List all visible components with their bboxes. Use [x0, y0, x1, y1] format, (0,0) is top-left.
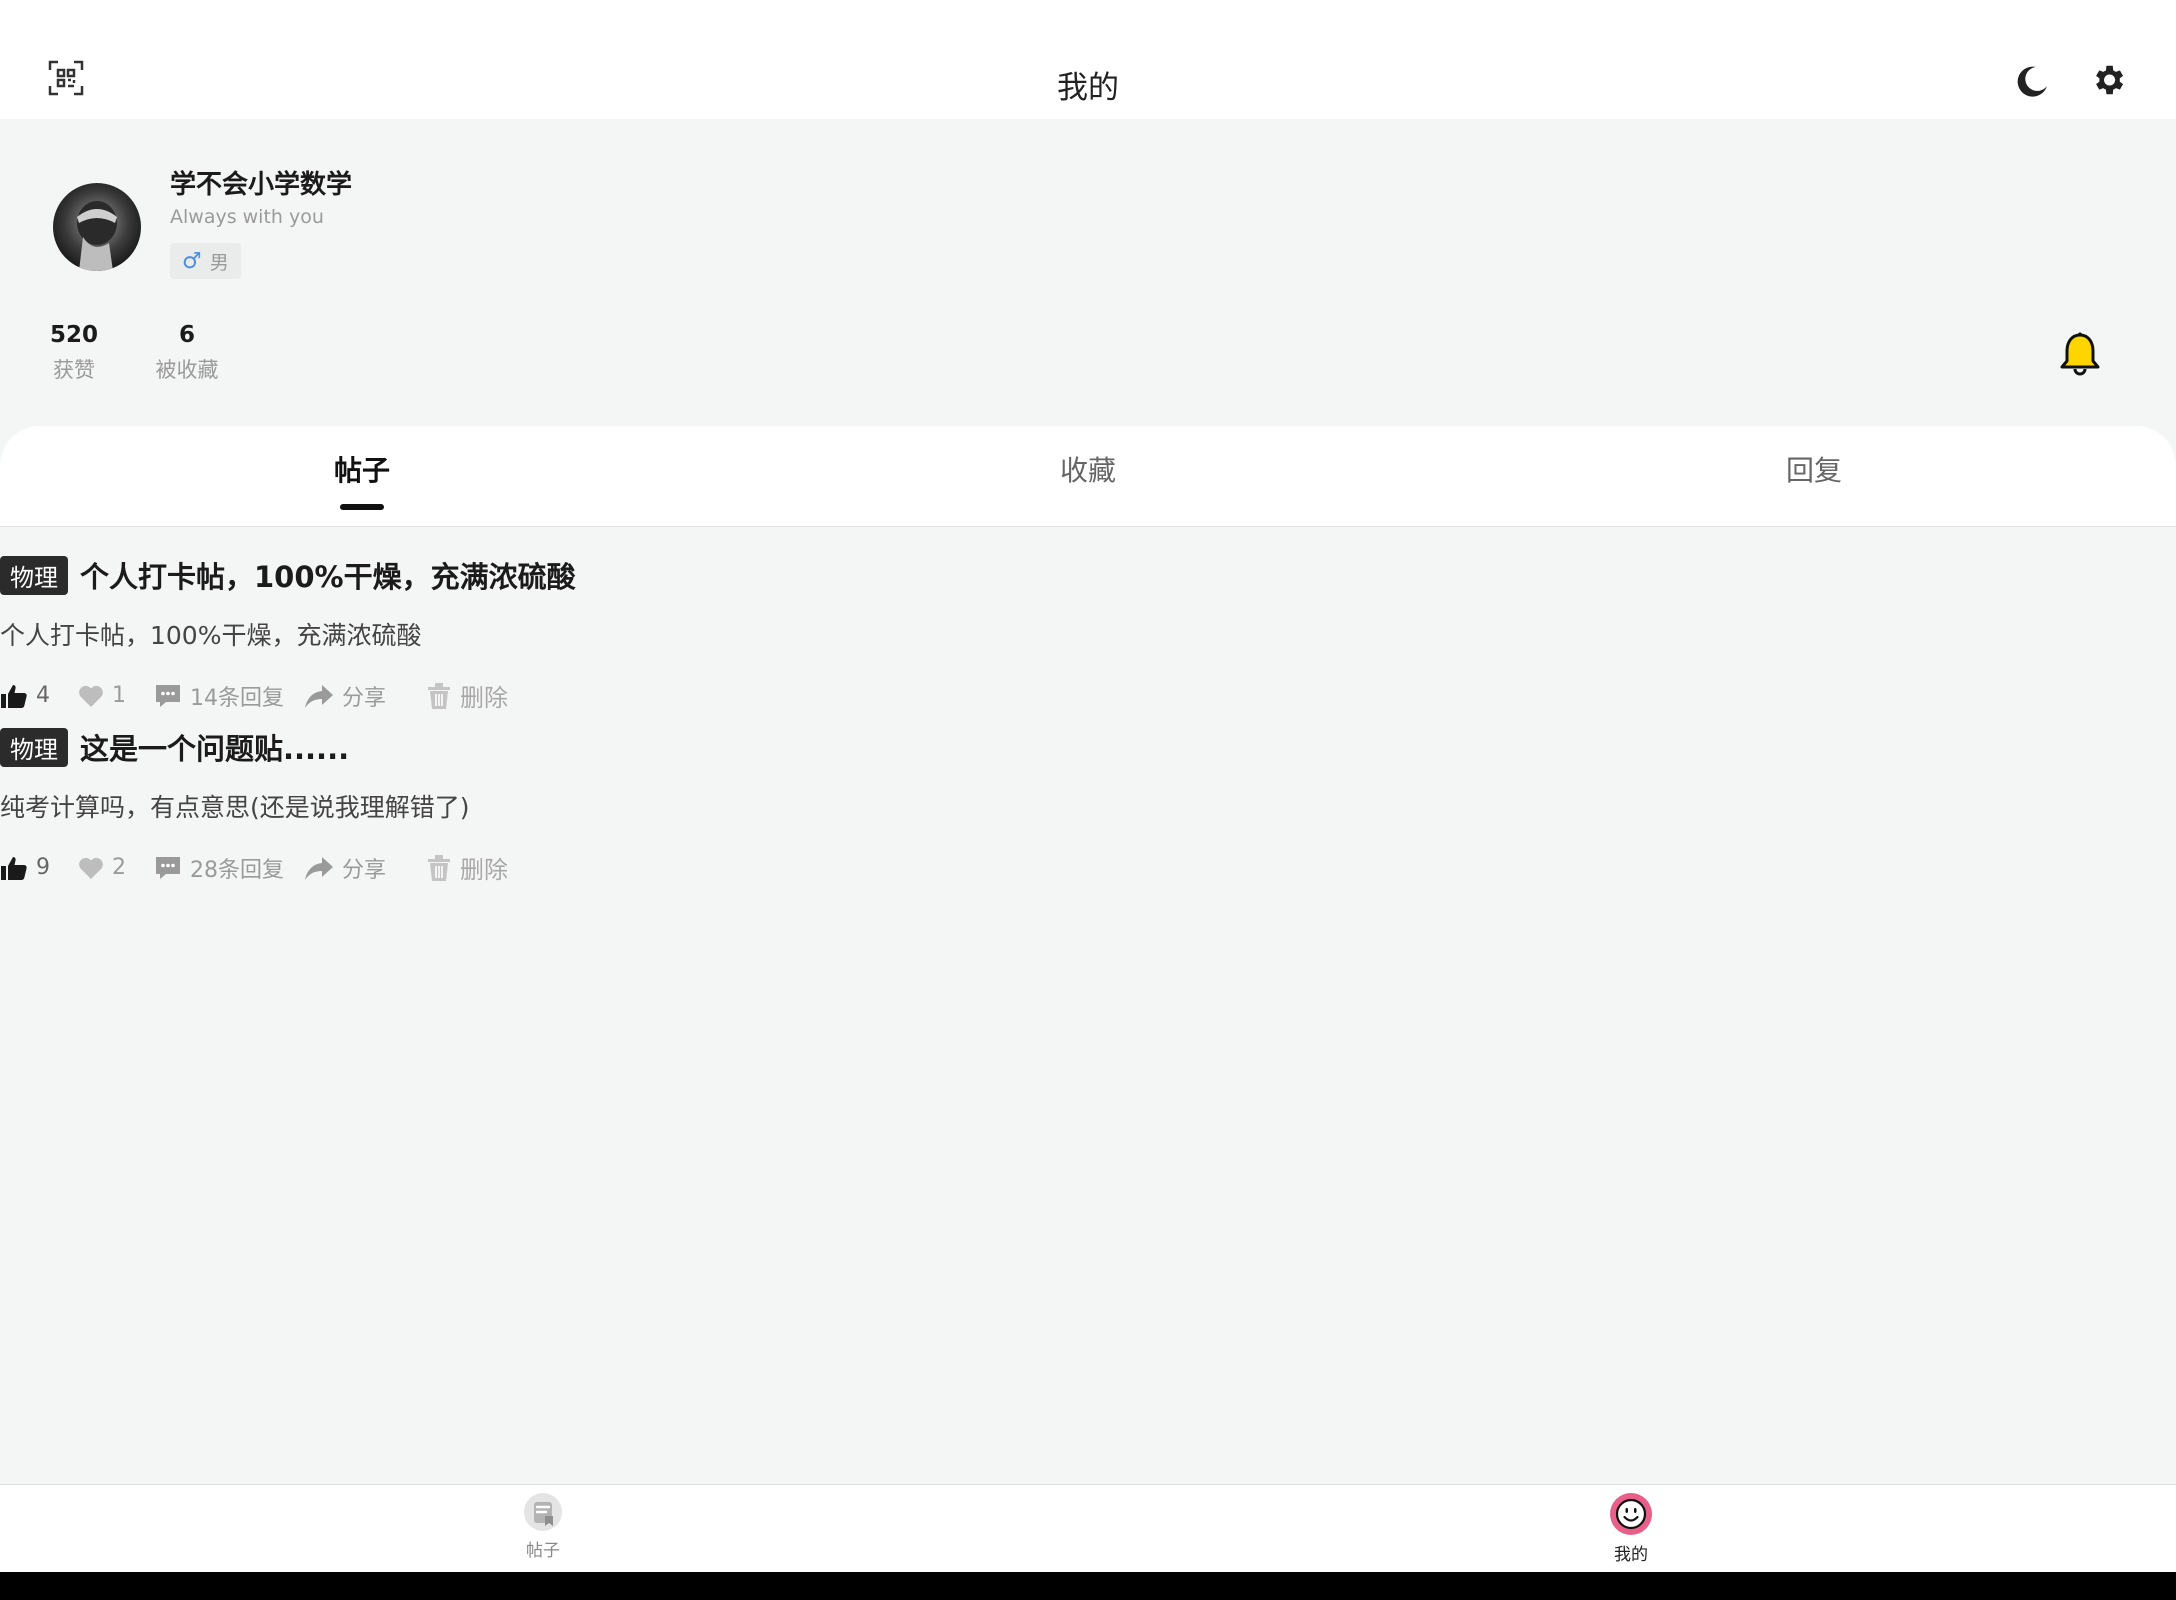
stat-value: 6: [178, 322, 195, 348]
comment-icon: [156, 856, 180, 879]
comment-icon: [156, 684, 180, 707]
stat-likes[interactable]: 520 获赞: [44, 322, 104, 384]
favorite-button[interactable]: 2: [78, 855, 154, 880]
delete-label: 删除: [460, 856, 508, 884]
stat-favorited[interactable]: 6 被收藏: [150, 322, 224, 384]
share-button[interactable]: 分享: [304, 852, 426, 884]
share-label: 分享: [342, 685, 387, 711]
tab-replies[interactable]: 回复: [1714, 449, 1914, 489]
nav-item-me[interactable]: 我的: [1571, 1492, 1691, 1565]
favorite-button[interactable]: 1: [78, 683, 154, 708]
heart-icon: [79, 685, 103, 707]
system-nav-bar: [0, 1572, 2176, 1600]
stat-label: 被收藏: [155, 358, 219, 382]
settings-button[interactable]: [2088, 60, 2128, 100]
thumbs-up-icon: [1, 856, 27, 880]
dark-mode-button[interactable]: [2012, 62, 2052, 102]
reply-button[interactable]: 14条回复: [154, 680, 304, 712]
delete-button[interactable]: 删除: [426, 678, 546, 713]
thumbs-up-icon: [1, 684, 27, 708]
male-icon: ♂: [182, 248, 202, 274]
gender-badge: ♂ 男: [170, 243, 241, 279]
gender-label: 男: [209, 251, 229, 274]
bottom-nav: [0, 1484, 2176, 1573]
post-body: 个人打卡帖，100%干燥，充满浓硫酸: [0, 621, 422, 650]
stat-label: 获赞: [53, 358, 95, 382]
delete-button[interactable]: 删除: [426, 850, 546, 885]
post-tag[interactable]: 物理: [0, 727, 68, 767]
post-actions: 9 2 28条回复 分享 删除: [0, 850, 1200, 885]
like-button[interactable]: 9: [0, 855, 78, 881]
nav-label: 帖子: [526, 1541, 560, 1561]
tab-posts[interactable]: 帖子: [262, 449, 462, 489]
post-actions: 4 1 14条回复 分享 删除: [0, 678, 1200, 713]
reply-count: 28条回复: [190, 857, 284, 883]
post-body: 纯考计算吗，有点意思(还是说我理解错了): [0, 793, 470, 822]
post-title[interactable]: 个人打卡帖，100%干燥，充满浓硫酸: [80, 554, 576, 596]
username: 学不会小学数学: [170, 170, 353, 200]
trash-icon: [428, 682, 450, 709]
like-count: 4: [36, 683, 50, 708]
bell-icon: [2060, 332, 2100, 376]
like-count: 9: [36, 855, 50, 880]
reply-count: 14条回复: [190, 685, 284, 711]
motto: Always with you: [170, 206, 324, 228]
page-title: 我的: [1057, 70, 1119, 106]
moon-icon: [2017, 66, 2047, 97]
tab-favorites[interactable]: 收藏: [988, 449, 1188, 489]
delete-label: 删除: [460, 684, 508, 712]
post-icon: [524, 1493, 562, 1531]
gear-icon: [2096, 65, 2124, 95]
nav-label: 我的: [1614, 1545, 1648, 1565]
reply-button[interactable]: 28条回复: [154, 852, 304, 884]
share-label: 分享: [342, 857, 387, 883]
post-item[interactable]: 物理 这是一个问题贴...... 纯考计算吗，有点意思(还是说我理解错了) 9 …: [0, 726, 1200, 885]
nav-item-posts[interactable]: 帖子: [483, 1492, 603, 1561]
stat-value: 520: [49, 322, 98, 348]
post-tag[interactable]: 物理: [0, 555, 68, 595]
trash-icon: [428, 854, 450, 881]
heart-icon: [79, 857, 103, 879]
post-item[interactable]: 物理 个人打卡帖，100%干燥，充满浓硫酸 个人打卡帖，100%干燥，充满浓硫酸…: [0, 554, 1200, 713]
share-icon: [305, 856, 333, 880]
favorite-count: 1: [112, 683, 126, 708]
notification-button[interactable]: [2056, 330, 2104, 378]
post-title[interactable]: 这是一个问题贴......: [80, 726, 349, 768]
tab-indicator: [340, 504, 384, 510]
like-button[interactable]: 4: [0, 683, 78, 709]
favorite-count: 2: [112, 855, 126, 880]
share-icon: [305, 684, 333, 708]
smiley-icon: [1610, 1493, 1652, 1535]
avatar[interactable]: [53, 183, 141, 271]
share-button[interactable]: 分享: [304, 680, 426, 712]
